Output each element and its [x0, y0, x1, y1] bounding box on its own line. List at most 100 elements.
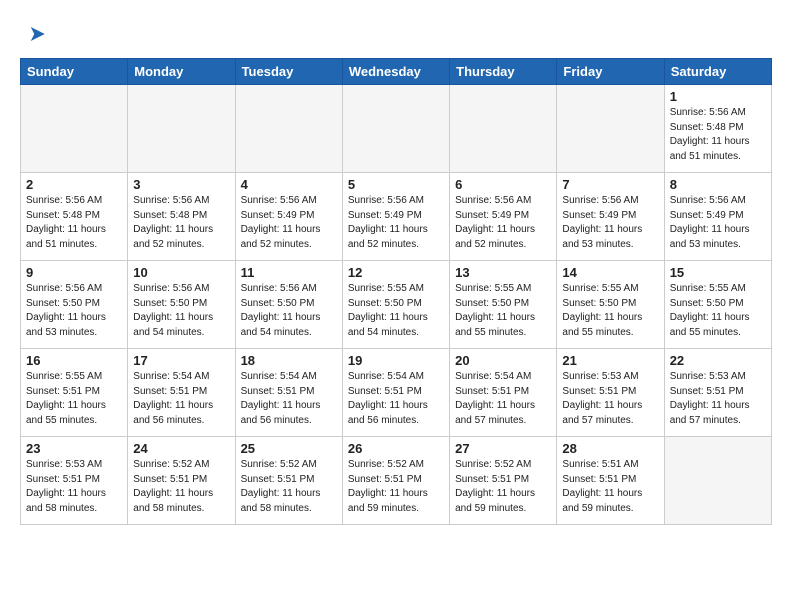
calendar-cell	[235, 85, 342, 173]
day-number: 13	[455, 265, 551, 280]
day-info: Sunrise: 5:55 AM Sunset: 5:50 PM Dayligh…	[348, 282, 444, 340]
calendar-cell	[557, 85, 664, 173]
day-info: Sunrise: 5:56 AM Sunset: 5:50 PM Dayligh…	[241, 282, 337, 340]
calendar-cell: 17Sunrise: 5:54 AM Sunset: 5:51 PM Dayli…	[128, 349, 235, 437]
week-row-5: 23 Sunrise: 5:53 AM Sunset: 5:51 PM Dayli…	[21, 437, 772, 525]
weekday-header-thursday: Thursday	[450, 59, 557, 85]
logo-icon	[22, 20, 50, 48]
day-info: Sunrise: 5:52 AM Sunset: 5:51 PM Dayligh…	[241, 458, 337, 516]
calendar-cell: 12 Sunrise: 5:55 AM Sunset: 5:50 PM Dayli…	[342, 261, 449, 349]
day-info: Sunrise: 5:56 AM Sunset: 5:49 PM Dayligh…	[348, 194, 444, 252]
day-number: 3	[133, 177, 229, 192]
weekday-header-wednesday: Wednesday	[342, 59, 449, 85]
calendar-cell: 28 Sunrise: 5:51 AM Sunset: 5:51 PM Dayli…	[557, 437, 664, 525]
calendar-cell	[450, 85, 557, 173]
day-info: Sunrise: 5:56 AM Sunset: 5:50 PM Dayligh…	[133, 282, 229, 340]
day-number: 1	[670, 89, 766, 104]
day-number: 26	[348, 441, 444, 456]
calendar-cell: 7 Sunrise: 5:56 AM Sunset: 5:49 PM Daylig…	[557, 173, 664, 261]
day-info: Sunrise: 5:52 AM Sunset: 5:51 PM Dayligh…	[455, 458, 551, 516]
day-info: Sunrise: 5:55 AM Sunset: 5:50 PM Dayligh…	[455, 282, 551, 340]
day-info: Sunrise: 5:56 AM Sunset: 5:48 PM Dayligh…	[133, 194, 229, 252]
calendar-cell	[664, 437, 771, 525]
day-info: Sunrise: 5:56 AM Sunset: 5:48 PM Dayligh…	[26, 194, 122, 252]
day-number: 25	[241, 441, 337, 456]
calendar-cell: 6 Sunrise: 5:56 AM Sunset: 5:49 PM Daylig…	[450, 173, 557, 261]
calendar-cell: 21Sunrise: 5:53 AM Sunset: 5:51 PM Dayli…	[557, 349, 664, 437]
calendar-cell: 2 Sunrise: 5:56 AM Sunset: 5:48 PM Daylig…	[21, 173, 128, 261]
day-info: Sunrise: 5:56 AM Sunset: 5:48 PM Dayligh…	[670, 106, 766, 164]
calendar-cell: 27 Sunrise: 5:52 AM Sunset: 5:51 PM Dayli…	[450, 437, 557, 525]
calendar-cell: 15 Sunrise: 5:55 AM Sunset: 5:50 PM Dayli…	[664, 261, 771, 349]
calendar-cell	[128, 85, 235, 173]
day-number: 7	[562, 177, 658, 192]
week-row-4: 16Sunrise: 5:55 AM Sunset: 5:51 PM Dayli…	[21, 349, 772, 437]
day-info: Sunrise: 5:51 AM Sunset: 5:51 PM Dayligh…	[562, 458, 658, 516]
calendar-cell: 10 Sunrise: 5:56 AM Sunset: 5:50 PM Dayli…	[128, 261, 235, 349]
day-info: Sunrise: 5:56 AM Sunset: 5:49 PM Dayligh…	[241, 194, 337, 252]
week-row-3: 9 Sunrise: 5:56 AM Sunset: 5:50 PM Daylig…	[21, 261, 772, 349]
day-info: Sunrise: 5:55 AM Sunset: 5:50 PM Dayligh…	[562, 282, 658, 340]
day-number: 9	[26, 265, 122, 280]
day-number: 27	[455, 441, 551, 456]
weekday-header-sunday: Sunday	[21, 59, 128, 85]
day-number: 16	[26, 353, 122, 368]
calendar-cell: 26 Sunrise: 5:52 AM Sunset: 5:51 PM Dayli…	[342, 437, 449, 525]
day-info: Sunrise: 5:54 AM Sunset: 5:51 PM Dayligh…	[348, 370, 444, 428]
day-info: Sunrise: 5:52 AM Sunset: 5:51 PM Dayligh…	[133, 458, 229, 516]
day-info: Sunrise: 5:53 AM Sunset: 5:51 PM Dayligh…	[670, 370, 766, 428]
calendar-cell: 18 Sunrise: 5:54 AM Sunset: 5:51 PM Dayli…	[235, 349, 342, 437]
day-number: 10	[133, 265, 229, 280]
day-info: Sunrise: 5:56 AM Sunset: 5:49 PM Dayligh…	[455, 194, 551, 252]
calendar-cell: 19 Sunrise: 5:54 AM Sunset: 5:51 PM Dayli…	[342, 349, 449, 437]
calendar-cell: 5 Sunrise: 5:56 AM Sunset: 5:49 PM Daylig…	[342, 173, 449, 261]
calendar-cell: 25 Sunrise: 5:52 AM Sunset: 5:51 PM Dayli…	[235, 437, 342, 525]
day-info: Sunrise: 5:54 AM Sunset: 5:51 PM Dayligh…	[241, 370, 337, 428]
day-number: 8	[670, 177, 766, 192]
day-info: Sunrise: 5:53 AM Sunset: 5:51 PM Dayligh…	[26, 458, 122, 516]
calendar-cell: 14 Sunrise: 5:55 AM Sunset: 5:50 PM Dayli…	[557, 261, 664, 349]
calendar-cell: 8Sunrise: 5:56 AM Sunset: 5:49 PM Daylig…	[664, 173, 771, 261]
page: SundayMondayTuesdayWednesdayThursdayFrid…	[0, 0, 792, 535]
calendar-cell	[342, 85, 449, 173]
weekday-header-monday: Monday	[128, 59, 235, 85]
day-number: 6	[455, 177, 551, 192]
day-number: 12	[348, 265, 444, 280]
day-number: 5	[348, 177, 444, 192]
calendar-cell: 3 Sunrise: 5:56 AM Sunset: 5:48 PM Daylig…	[128, 173, 235, 261]
day-number: 15	[670, 265, 766, 280]
day-number: 22	[670, 353, 766, 368]
day-number: 2	[26, 177, 122, 192]
week-row-2: 2 Sunrise: 5:56 AM Sunset: 5:48 PM Daylig…	[21, 173, 772, 261]
day-info: Sunrise: 5:54 AM Sunset: 5:51 PM Dayligh…	[455, 370, 551, 428]
calendar-cell	[21, 85, 128, 173]
day-number: 23	[26, 441, 122, 456]
day-info: Sunrise: 5:55 AM Sunset: 5:50 PM Dayligh…	[670, 282, 766, 340]
weekday-header-saturday: Saturday	[664, 59, 771, 85]
day-number: 24	[133, 441, 229, 456]
day-number: 18	[241, 353, 337, 368]
calendar-cell: 22 Sunrise: 5:53 AM Sunset: 5:51 PM Dayli…	[664, 349, 771, 437]
day-info: Sunrise: 5:52 AM Sunset: 5:51 PM Dayligh…	[348, 458, 444, 516]
weekday-header-tuesday: Tuesday	[235, 59, 342, 85]
calendar-cell: 9 Sunrise: 5:56 AM Sunset: 5:50 PM Daylig…	[21, 261, 128, 349]
calendar-cell: 20 Sunrise: 5:54 AM Sunset: 5:51 PM Dayli…	[450, 349, 557, 437]
calendar-cell: 4 Sunrise: 5:56 AM Sunset: 5:49 PM Daylig…	[235, 173, 342, 261]
logo	[20, 20, 50, 48]
day-number: 21	[562, 353, 658, 368]
day-number: 14	[562, 265, 658, 280]
day-info: Sunrise: 5:56 AM Sunset: 5:50 PM Dayligh…	[26, 282, 122, 340]
calendar-cell: 16Sunrise: 5:55 AM Sunset: 5:51 PM Dayli…	[21, 349, 128, 437]
day-info: Sunrise: 5:56 AM Sunset: 5:49 PM Dayligh…	[562, 194, 658, 252]
calendar-table: SundayMondayTuesdayWednesdayThursdayFrid…	[20, 58, 772, 525]
calendar-cell: 23 Sunrise: 5:53 AM Sunset: 5:51 PM Dayli…	[21, 437, 128, 525]
header	[20, 16, 772, 48]
day-number: 28	[562, 441, 658, 456]
day-number: 20	[455, 353, 551, 368]
day-number: 19	[348, 353, 444, 368]
day-number: 4	[241, 177, 337, 192]
calendar-cell: 24 Sunrise: 5:52 AM Sunset: 5:51 PM Dayli…	[128, 437, 235, 525]
weekday-header-row: SundayMondayTuesdayWednesdayThursdayFrid…	[21, 59, 772, 85]
calendar-cell: 13 Sunrise: 5:55 AM Sunset: 5:50 PM Dayli…	[450, 261, 557, 349]
day-number: 17	[133, 353, 229, 368]
